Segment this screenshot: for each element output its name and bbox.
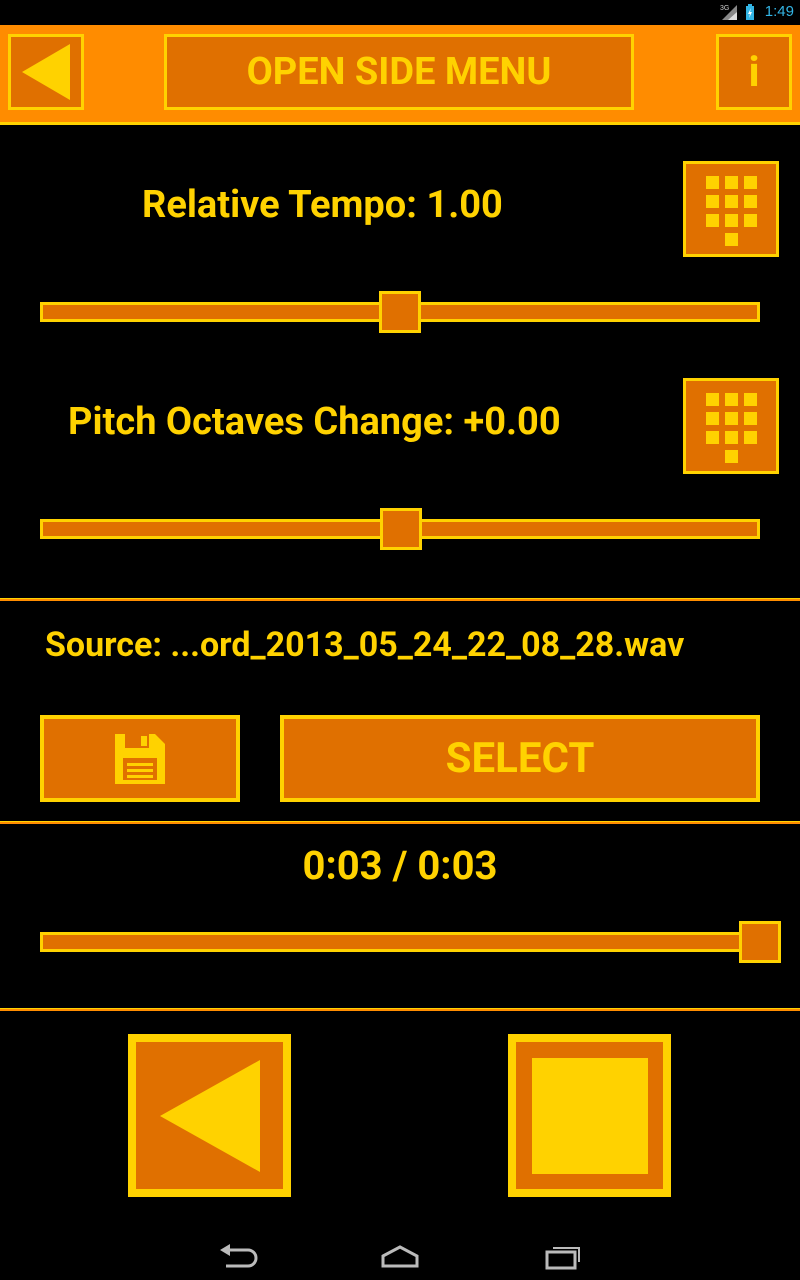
pitch-slider-thumb[interactable]: [380, 508, 422, 550]
playback-time-label: 0:03 / 0:03: [302, 842, 498, 889]
divider: [0, 598, 800, 601]
select-button[interactable]: SELECT: [280, 715, 760, 802]
info-button[interactable]: i: [716, 34, 792, 110]
tempo-keypad-button[interactable]: [683, 161, 779, 257]
save-button[interactable]: [40, 715, 240, 802]
playback-progress-track[interactable]: [40, 932, 760, 952]
back-nav-icon[interactable]: [218, 1242, 258, 1272]
status-bar: 3G 1:49: [0, 0, 800, 25]
pitch-label: Pitch Octaves Change: +0.00: [68, 400, 561, 444]
tempo-label: Relative Tempo: 1.00: [142, 183, 503, 227]
stop-button[interactable]: [508, 1034, 671, 1197]
pitch-keypad-button[interactable]: [683, 378, 779, 474]
status-time: 1:49: [764, 3, 794, 20]
home-nav-icon[interactable]: [380, 1242, 420, 1272]
back-triangle-icon: [22, 44, 70, 100]
open-side-menu-button[interactable]: OPEN SIDE MENU: [164, 34, 634, 110]
stop-icon: [531, 1057, 648, 1174]
svg-text:3G: 3G: [720, 5, 729, 12]
play-reverse-icon: [159, 1059, 260, 1172]
tempo-slider-thumb[interactable]: [379, 291, 421, 333]
top-bar: OPEN SIDE MENU i: [0, 25, 800, 125]
recents-nav-icon[interactable]: [543, 1242, 583, 1272]
navigation-bar: [0, 1230, 800, 1280]
signal-icon: 3G: [720, 5, 737, 20]
play-reverse-button[interactable]: [128, 1034, 291, 1197]
back-button[interactable]: [8, 34, 84, 110]
battery-charging-icon: [746, 4, 754, 20]
divider: [0, 1008, 800, 1011]
playback-progress-thumb[interactable]: [739, 921, 781, 963]
divider: [0, 821, 800, 824]
floppy-disk-icon: [115, 733, 165, 784]
source-label: Source: ...ord_2013_05_24_22_08_28.wav: [45, 625, 685, 665]
